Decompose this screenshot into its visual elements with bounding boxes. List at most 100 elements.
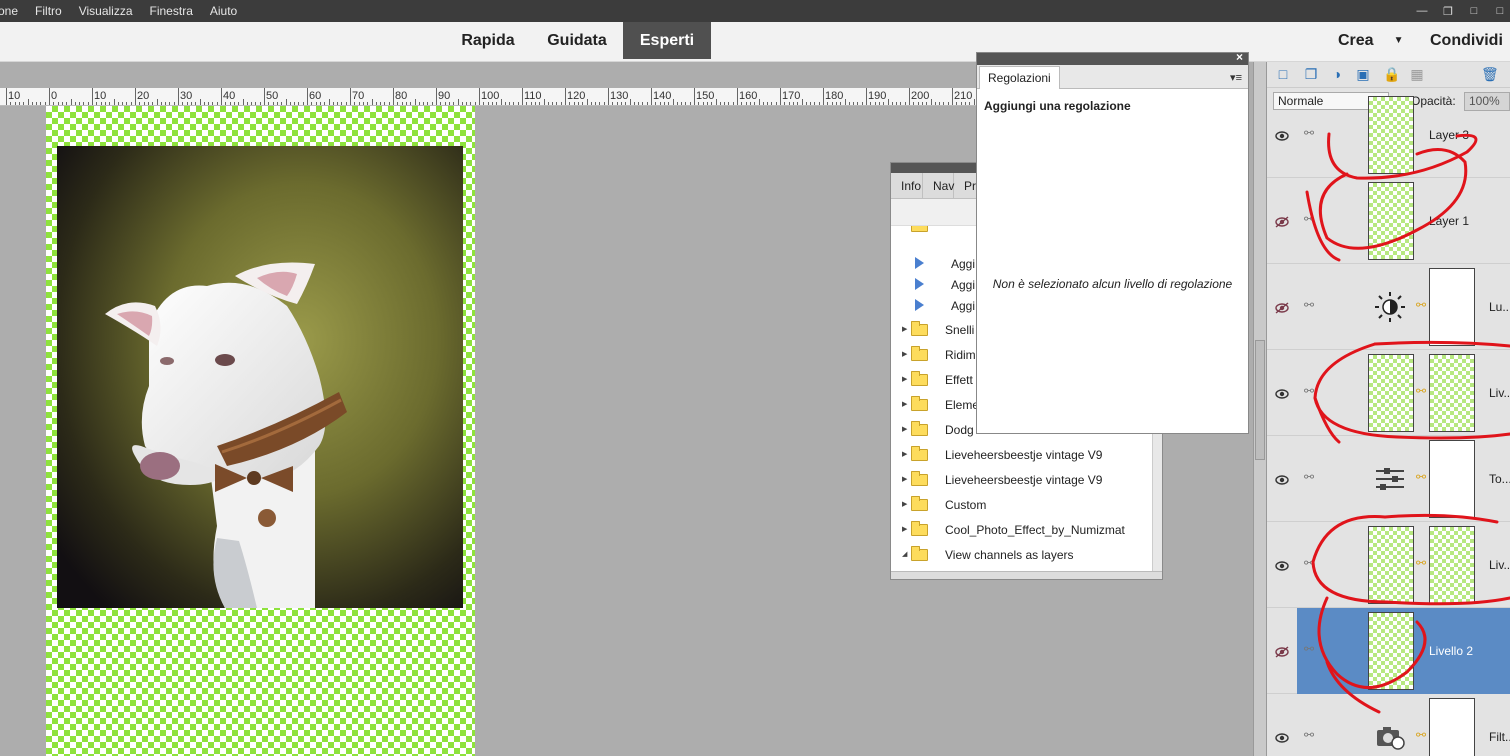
trash-icon[interactable]: 🗑 [1481,66,1499,82]
expand-closed-icon[interactable]: ▶ [902,493,907,517]
visibility-eye-icon[interactable] [1275,387,1289,399]
tab-navigator[interactable]: Nav [923,173,954,199]
ruler-minor-tick [87,102,89,105]
lock-icon[interactable]: 🔒 [1383,66,1400,82]
mode-tab-guidata[interactable]: Guidata [538,22,616,59]
visibility-eye-icon[interactable] [1275,731,1289,743]
expand-closed-icon[interactable]: ▶ [902,368,907,392]
expand-closed-icon[interactable]: ▶ [902,343,907,367]
layer-row[interactable]: ⚯ ⚯ Filt... [1267,694,1510,756]
layer-thumbnail [1368,612,1414,690]
ruler-minor-tick [956,102,958,105]
ruler-label: 170 [782,90,801,102]
link-icon[interactable]: ⚯ [1304,298,1314,312]
action-item[interactable]: View channels as layers [891,564,1153,571]
lock-transparency-icon[interactable]: ▦ [1409,66,1425,82]
ruler-minor-tick [620,102,622,105]
mask-link-icon[interactable]: ⚯ [1416,470,1426,484]
tab-info[interactable]: Info [891,173,923,199]
add-mask-icon[interactable]: ▣ [1355,66,1371,82]
close-window-icon[interactable]: □ [1488,0,1510,22]
menu-item-view[interactable]: Visualizza [79,5,133,17]
action-label: Ridim [945,348,976,362]
crea-button[interactable]: Crea ▼ [1338,22,1403,59]
adjustment-layer-icon[interactable]: ◑ [1329,66,1345,82]
link-icon[interactable]: ⚯ [1304,126,1314,140]
action-folder[interactable]: ▶ Lieveheersbeestje vintage V9 [891,443,1153,467]
link-icon[interactable]: ⚯ [1304,470,1314,484]
mode-tab-esperti[interactable]: Esperti [623,22,711,59]
visibility-eye-icon[interactable] [1275,129,1289,141]
menu-item-filter[interactable]: Filtro [35,5,62,17]
tab-regolazioni[interactable]: Regolazioni [979,66,1060,89]
visibility-eye-icon[interactable] [1275,559,1289,571]
mask-link-icon[interactable]: ⚯ [1416,298,1426,312]
layer-row[interactable]: ⚯ ⚯ Liv... [1267,350,1510,436]
ruler-label: 40 [223,90,236,102]
ruler-minor-tick [294,102,296,105]
adjustments-panel-titlebar[interactable]: × [977,50,1248,65]
panel-splitter[interactable] [1253,62,1267,756]
expand-closed-icon[interactable]: ▶ [902,518,907,542]
layer-name: Layer 3 [1429,128,1470,142]
layer-row[interactable]: ⚯ ⚯ Lu... [1267,264,1510,350]
ruler-minor-tick [186,102,188,105]
expand-closed-icon[interactable]: ▶ [902,443,907,467]
hidden-eye-icon[interactable] [1275,301,1289,314]
condividi-button[interactable]: Condividi [1430,22,1503,59]
ruler-minor-tick [173,102,175,105]
mask-link-icon[interactable]: ⚯ [1416,556,1426,570]
layer-name: Filt... [1489,730,1510,744]
ruler-minor-tick [810,102,812,105]
ruler-minor-tick [380,102,382,105]
link-icon[interactable]: ⚯ [1304,384,1314,398]
action-folder[interactable]: ▶ Lieveheersbeestje vintage V9 [891,468,1153,492]
link-icon[interactable]: ⚯ [1304,556,1314,570]
link-icon[interactable]: ⚯ [1304,212,1314,226]
hidden-eye-icon[interactable] [1275,215,1289,228]
ruler-minor-tick [960,102,962,105]
restore-icon[interactable]: ❐ [1436,0,1460,22]
expand-closed-icon[interactable]: ▶ [902,418,907,442]
ruler-label: 160 [739,90,758,102]
layers-toolbar: □ ❐ ◑ ▣ 🔒 ▦ 🗑 [1267,62,1510,88]
minimize-icon[interactable]: — [1410,0,1434,22]
expand-closed-icon[interactable]: ▶ [902,468,907,492]
ruler-minor-tick [83,102,85,105]
folder-icon [911,471,928,486]
layer-row[interactable]: ⚯ ⚯ To... [1267,436,1510,522]
ruler-minor-tick [526,102,528,105]
layer-row[interactable]: ⚯ ⚯ Liv... [1267,522,1510,608]
close-icon[interactable]: × [1236,50,1243,64]
mask-link-icon[interactable]: ⚯ [1416,728,1426,742]
link-icon[interactable]: ⚯ [1304,642,1314,656]
ruler-minor-tick [208,102,210,105]
menu-item-file[interactable]: one [0,5,18,17]
layer-row[interactable]: ⚯ Layer 1 [1267,178,1510,264]
layer-thumbnail [1368,526,1414,604]
mode-tab-rapida[interactable]: Rapida [452,22,524,59]
visibility-eye-icon[interactable] [1275,473,1289,485]
panel-menu-icon[interactable]: ▾≡ [1230,71,1242,84]
new-group-icon[interactable]: ❐ [1303,66,1319,82]
mask-link-icon[interactable]: ⚯ [1416,384,1426,398]
ruler-minor-tick [160,102,162,105]
close-window-icon[interactable]: □ [1462,0,1486,22]
action-folder[interactable]: ▶ Cool_Photo_Effect_by_Numizmat [891,518,1153,542]
ruler-minor-tick [285,99,287,105]
expand-closed-icon[interactable]: ▶ [902,393,907,417]
ruler-minor-tick [681,102,683,105]
action-play-icon [915,299,924,311]
ruler-minor-tick [405,102,407,105]
hidden-eye-icon[interactable] [1275,645,1289,658]
actions-panel-resize-handle[interactable] [891,571,1162,579]
splitter-thumb[interactable] [1255,340,1265,460]
layer-row[interactable]: ⚯ Layer 3 [1267,92,1510,178]
expand-closed-icon[interactable]: ▶ [902,318,907,342]
action-folder[interactable]: ▶ Custom [891,493,1153,517]
link-icon[interactable]: ⚯ [1304,728,1314,742]
menu-item-window[interactable]: Finestra [150,5,193,17]
menu-item-help[interactable]: Aiuto [210,5,237,17]
new-layer-icon[interactable]: □ [1275,66,1291,82]
layer-row[interactable]: ⚯ Livello 2 [1267,608,1510,694]
